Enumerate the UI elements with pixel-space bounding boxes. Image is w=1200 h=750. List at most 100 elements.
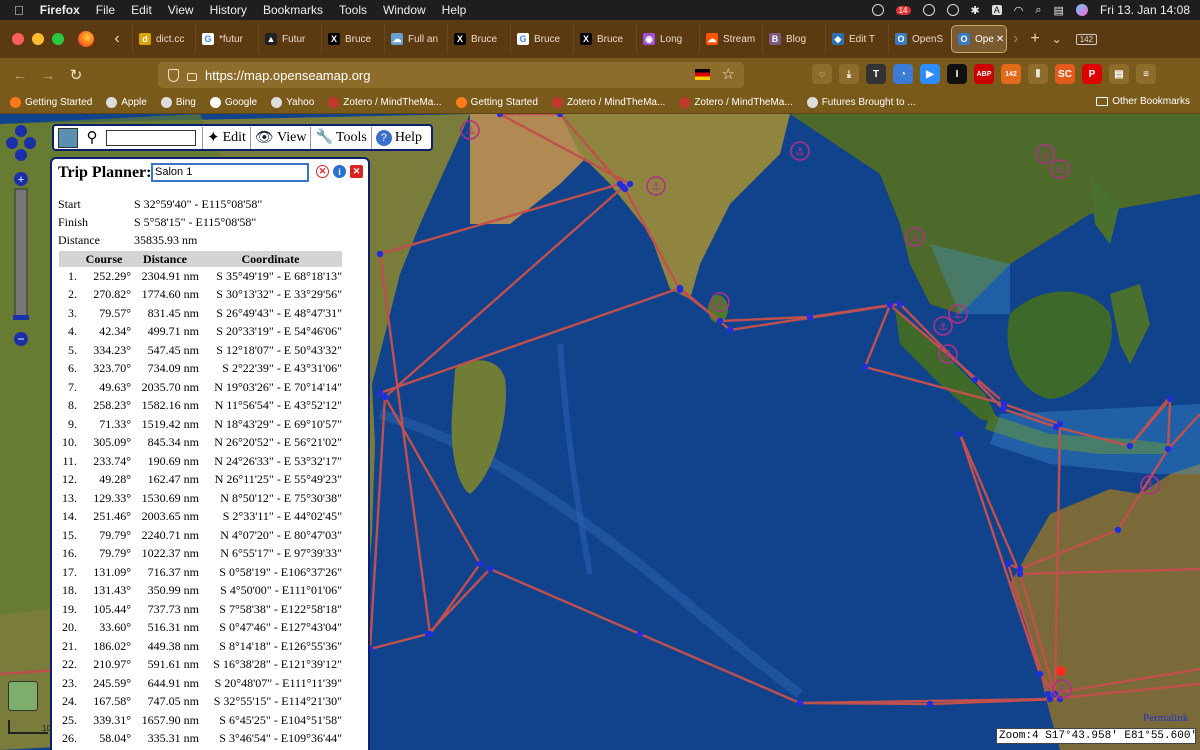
zoom-slider-track[interactable] xyxy=(14,188,28,318)
menu-edit[interactable]: Edit xyxy=(131,3,152,17)
tab-label[interactable]: Ope xyxy=(975,34,994,45)
tab-10[interactable]: B Blog xyxy=(762,25,825,53)
map-logo-icon[interactable] xyxy=(58,127,78,148)
minimize-window-button[interactable] xyxy=(32,33,44,45)
bookmark-item[interactable]: Getting Started xyxy=(10,97,92,108)
bookmark-star-icon[interactable]: ☆ xyxy=(722,65,735,83)
tab-label[interactable]: Stream xyxy=(723,34,755,45)
tab-scroll-left-icon[interactable]: ‹ xyxy=(108,30,126,48)
waypoint-marker[interactable] xyxy=(616,180,624,188)
tab-label[interactable]: Edit T xyxy=(849,34,875,45)
bluetooth-icon[interactable]: ✱ xyxy=(971,4,980,17)
bookmark-item[interactable]: Futures Brought to ... xyxy=(806,97,916,108)
waypoint-marker[interactable] xyxy=(636,630,644,638)
menu-help[interactable]: Help xyxy=(442,3,467,17)
bookmark-label[interactable]: Bing xyxy=(176,97,196,108)
extension-icon-7[interactable]: 142 xyxy=(1001,64,1021,84)
extension-icon-2[interactable]: T xyxy=(866,64,886,84)
wifi-icon[interactable]: ◠ xyxy=(1014,4,1024,17)
url-bar[interactable]: https://map.openseamap.org ☆ xyxy=(158,62,744,88)
siri-icon[interactable] xyxy=(1075,4,1088,16)
globe-icon[interactable] xyxy=(871,4,884,16)
apple-menu-icon[interactable]:  xyxy=(14,3,24,18)
bookmark-label[interactable]: Zotero / MindTheMa... xyxy=(343,97,441,108)
bookmark-label[interactable]: Apple xyxy=(121,97,147,108)
extension-icon-5[interactable]: I xyxy=(947,64,967,84)
back-button[interactable]: ← xyxy=(6,67,34,84)
menu-view[interactable]: View xyxy=(168,3,194,17)
extension-icon-10[interactable]: P xyxy=(1082,64,1102,84)
waypoint-marker[interactable] xyxy=(726,326,734,334)
edit-menu[interactable]: ✦ Edit xyxy=(202,126,246,149)
menu-file[interactable]: File xyxy=(96,3,115,17)
input-source-icon[interactable]: A xyxy=(991,5,1002,15)
menubar-clock[interactable]: Fri 13. Jan 14:08 xyxy=(1100,3,1190,17)
waypoint-marker[interactable] xyxy=(1000,400,1008,408)
tab-4[interactable]: ☁ Full an xyxy=(384,25,447,53)
bookmark-item[interactable]: Yahoo xyxy=(271,97,314,108)
waypoint-marker[interactable] xyxy=(426,630,434,638)
reload-button[interactable]: ↻ xyxy=(62,66,90,84)
tab-label[interactable]: Full an xyxy=(408,34,438,45)
tab-11[interactable]: ◆ Edit T xyxy=(825,25,888,53)
tab-scroll-right-icon[interactable]: › xyxy=(1013,30,1018,48)
tab-label[interactable]: Futur xyxy=(282,34,305,45)
waypoint-marker[interactable] xyxy=(1056,420,1064,428)
tab-label[interactable]: Bruce xyxy=(471,34,497,45)
pan-down-button[interactable] xyxy=(15,149,27,161)
bookmark-label[interactable]: Yahoo xyxy=(286,97,314,108)
time-machine-icon[interactable] xyxy=(946,4,959,16)
tab-3[interactable]: X Bruce xyxy=(321,25,384,53)
waypoint-marker[interactable] xyxy=(1036,670,1044,678)
bookmark-item[interactable]: Bing xyxy=(160,97,196,108)
tab-label[interactable]: Long xyxy=(660,34,682,45)
tab-label[interactable]: Bruce xyxy=(345,34,371,45)
waypoint-marker[interactable] xyxy=(1114,526,1122,534)
extension-icon-0[interactable]: ◌ xyxy=(812,64,832,84)
waypoint-marker[interactable] xyxy=(1166,395,1174,403)
tools-menu[interactable]: 🔧 Tools xyxy=(310,126,367,149)
tracking-protection-icon[interactable] xyxy=(168,68,179,82)
tab-7[interactable]: X Bruce xyxy=(573,25,636,53)
waypoint-marker[interactable] xyxy=(1126,442,1134,450)
bookmark-item[interactable]: Getting Started xyxy=(455,97,538,108)
extension-icon-9[interactable]: SC xyxy=(1055,64,1075,84)
waypoint-marker[interactable] xyxy=(376,250,384,258)
bookmark-label[interactable]: Zotero / MindTheMa... xyxy=(694,97,792,108)
tab-label[interactable]: Bruce xyxy=(534,34,560,45)
waypoint-marker[interactable] xyxy=(896,300,904,308)
view-menu[interactable]: 👁 View xyxy=(249,126,306,149)
tab-0[interactable]: d dict.cc xyxy=(132,25,195,53)
tab-9[interactable]: ☁ Stream xyxy=(699,25,762,53)
tab-label[interactable]: *futur xyxy=(219,34,243,45)
extension-icon-6[interactable]: ABP xyxy=(974,64,994,84)
tab-2[interactable]: ▲ Futur xyxy=(258,25,321,53)
waypoint-marker[interactable] xyxy=(716,317,724,325)
search-icon[interactable]: ⚲ xyxy=(82,128,102,148)
trip-name-input[interactable]: Salon 1 xyxy=(151,163,309,182)
edit-menu-label[interactable]: Edit xyxy=(223,130,246,146)
control-center-icon[interactable]: ▤ xyxy=(1054,4,1064,17)
search-input[interactable] xyxy=(106,129,196,146)
extension-icon-4[interactable]: ▶ xyxy=(920,64,940,84)
list-all-tabs-icon[interactable]: ⌄ xyxy=(1052,32,1062,46)
extension-icon-8[interactable]: ⦀ xyxy=(1028,64,1048,84)
bookmark-item[interactable]: Apple xyxy=(106,97,147,108)
clear-route-icon[interactable]: ✕ xyxy=(316,165,329,178)
extension-icon-3[interactable]: ◔ xyxy=(893,64,913,84)
spotlight-search-icon[interactable]: ⌕ xyxy=(1035,4,1041,17)
waypoint-marker[interactable] xyxy=(926,700,934,708)
tab-label[interactable]: Blog xyxy=(786,34,806,45)
other-bookmarks-label[interactable]: Other Bookmarks xyxy=(1112,96,1190,107)
waypoint-marker[interactable] xyxy=(806,313,814,321)
pan-right-button[interactable] xyxy=(24,137,36,149)
waypoint-marker[interactable] xyxy=(676,286,684,294)
waypoint-marker[interactable] xyxy=(861,363,869,371)
extension-icon-1[interactable]: ⤓ xyxy=(839,64,859,84)
zoom-slider-handle[interactable] xyxy=(13,315,29,320)
menu-window[interactable]: Window xyxy=(383,3,426,17)
tab-count-badge[interactable]: 142 xyxy=(1075,33,1098,45)
info-icon[interactable]: i xyxy=(333,165,346,178)
extension-icon-12[interactable]: ≡ xyxy=(1136,64,1156,84)
bookmark-label[interactable]: Futures Brought to ... xyxy=(822,97,916,108)
